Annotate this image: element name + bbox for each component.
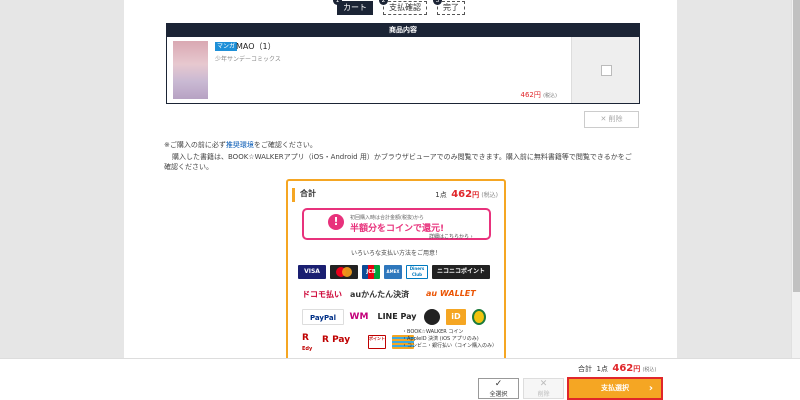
right-gutter <box>677 0 800 400</box>
chevron-right-icon: › <box>648 383 653 394</box>
product-title[interactable]: MAO（1） <box>236 41 276 52</box>
footer-total: 合計 1点 462円 (税込) <box>578 363 656 374</box>
category-tag: マンガ <box>215 42 238 51</box>
delete-button-top[interactable]: ✕ 削除 <box>584 111 639 128</box>
product-publisher: 少年サンデーコミックス <box>215 56 281 63</box>
step-label: 完了 <box>443 3 459 12</box>
footer-unit: 円 <box>633 365 641 373</box>
page-scrollbar[interactable] <box>791 0 800 400</box>
au-easy-payment-logo: auかんたん決済 <box>350 290 410 299</box>
waon-logo <box>472 309 486 325</box>
step-number: 1 <box>333 0 342 5</box>
left-gutter <box>0 0 124 400</box>
product-list: 商品内容 マンガ MAO（1） 少年サンデーコミックス 462円 (税込) <box>166 23 640 104</box>
footer-price: 462 <box>612 363 634 374</box>
select-all-button[interactable]: ✓ 全選択 <box>478 378 519 399</box>
diners-logo: Diners Club <box>406 265 428 279</box>
delete-label: 削除 <box>608 115 623 123</box>
summary-card: 合計 1点 462円 (税込) ! 初回購入時は合計金額(税抜)から 半額分をコ… <box>286 179 506 361</box>
webmoney-logo: WM <box>348 309 370 325</box>
step-cart: 1 カート <box>333 0 373 15</box>
summary-tax: (税込) <box>481 192 498 199</box>
docomo-logo: ドコモ払い <box>302 290 342 299</box>
select-column <box>571 37 639 103</box>
summary-count: 1点 <box>435 191 447 199</box>
rakuten-edy-round-logo <box>424 309 440 325</box>
check-icon: ✓ <box>494 379 503 389</box>
product-price: 462円 (税込) <box>520 90 557 100</box>
promo-detail-link[interactable]: 詳細はこちらから › <box>429 233 473 240</box>
product-list-header: 商品内容 <box>167 24 639 37</box>
jcb-logo: JCB <box>362 265 380 279</box>
rakuten-point-logo: ポイント <box>368 335 386 349</box>
au-wallet-logo: au WALLET <box>426 289 476 298</box>
promo-link-text: 詳細はこちらから <box>429 234 470 240</box>
pay-button-label: 支払選択 <box>601 384 629 392</box>
price-unit: 円 <box>533 91 541 99</box>
payment-intro: いろいろな支払い方法をご用意！ <box>350 250 441 257</box>
price-value: 462 <box>520 91 534 99</box>
summary-total: 1点 462円 (税込) <box>435 189 498 200</box>
amex-logo: AMEX <box>384 265 402 279</box>
step-label: 支払確認 <box>389 3 421 12</box>
viewer-note: 購入した書籍は、BOOK☆WALKERアプリ（iOS・Android 用）かブラ… <box>164 153 632 171</box>
select-payment-button[interactable]: 支払選択 › <box>567 377 663 400</box>
close-icon: ✕ <box>539 379 548 389</box>
environment-note: ※ご購入の前に必ず推奨環境をご確認ください。 <box>164 140 317 150</box>
delete-button-label: 削除 <box>537 391 550 398</box>
footer-total-label: 合計 <box>578 365 592 373</box>
step-label: カート <box>343 3 367 12</box>
step-number: 2 <box>379 0 388 5</box>
product-checkbox[interactable] <box>601 65 612 76</box>
product-row: マンガ MAO（1） 少年サンデーコミックス 462円 (税込) <box>167 37 639 103</box>
book-cover-thumbnail[interactable] <box>173 41 208 99</box>
recommended-env-link[interactable]: 推奨環境 <box>226 141 254 149</box>
rakuten-edy-logo: R Edy <box>302 333 313 352</box>
id-logo: iD <box>446 309 466 325</box>
step-payment-confirm: 2 支払確認 <box>379 0 427 15</box>
step-number: 3 <box>433 0 442 5</box>
footer-tax: (税込) <box>642 367 657 373</box>
other-payment-list: ・BOOK☆WALKER コイン ・AppleID 決済 (iOS アプリのみ)… <box>402 329 497 350</box>
footer-count: 1点 <box>596 365 608 373</box>
niconico-point-logo: ニコニコポイント <box>432 265 490 279</box>
paypal-logo: PayPal <box>302 309 344 325</box>
promo-line1: 初回購入時は合計金額(税抜)から <box>350 215 424 221</box>
payment-list-item: ・AppleID 決済 (iOS アプリのみ) <box>402 336 479 342</box>
select-all-label: 全選択 <box>489 391 508 398</box>
coin-promo-banner[interactable]: ! 初回購入時は合計金額(税抜)から 半額分をコインで還元! 詳細はこちらから … <box>302 208 491 240</box>
linepay-logo: LINE Pay <box>374 309 420 325</box>
step-complete: 3 完了 <box>433 0 465 15</box>
cart-main: 1 カート 2 支払確認 3 完了 商品内容 マンガ MAO（1） 少年サンデー… <box>124 0 677 400</box>
checkout-steps: 1 カート 2 支払確認 3 完了 <box>333 0 465 15</box>
rakuten-pay-logo: R Pay <box>322 335 351 345</box>
note-suffix: をご確認ください。 <box>253 141 317 149</box>
exclamation-icon: ! <box>328 214 344 230</box>
summary-unit: 円 <box>472 191 480 199</box>
note-prefix: ※ご購入の前に必ず <box>164 141 226 149</box>
checkout-footer: 合計 1点 462円 (税込) ✓ 全選択 ✕ 削除 支払選択 › <box>0 358 800 400</box>
edy-text: Edy <box>302 346 313 352</box>
tax-note: (税込) <box>543 93 557 99</box>
delete-button[interactable]: ✕ 削除 <box>523 378 564 399</box>
mastercard-logo <box>330 265 358 279</box>
scrollbar-thumb[interactable] <box>793 0 800 292</box>
visa-logo: VISA <box>298 265 326 279</box>
payment-list-item: ・コンビニ・銀行払い（コイン購入のみ） <box>402 343 498 349</box>
payment-list-item: ・BOOK☆WALKER コイン <box>402 329 464 335</box>
summary-price: 462 <box>451 189 473 200</box>
